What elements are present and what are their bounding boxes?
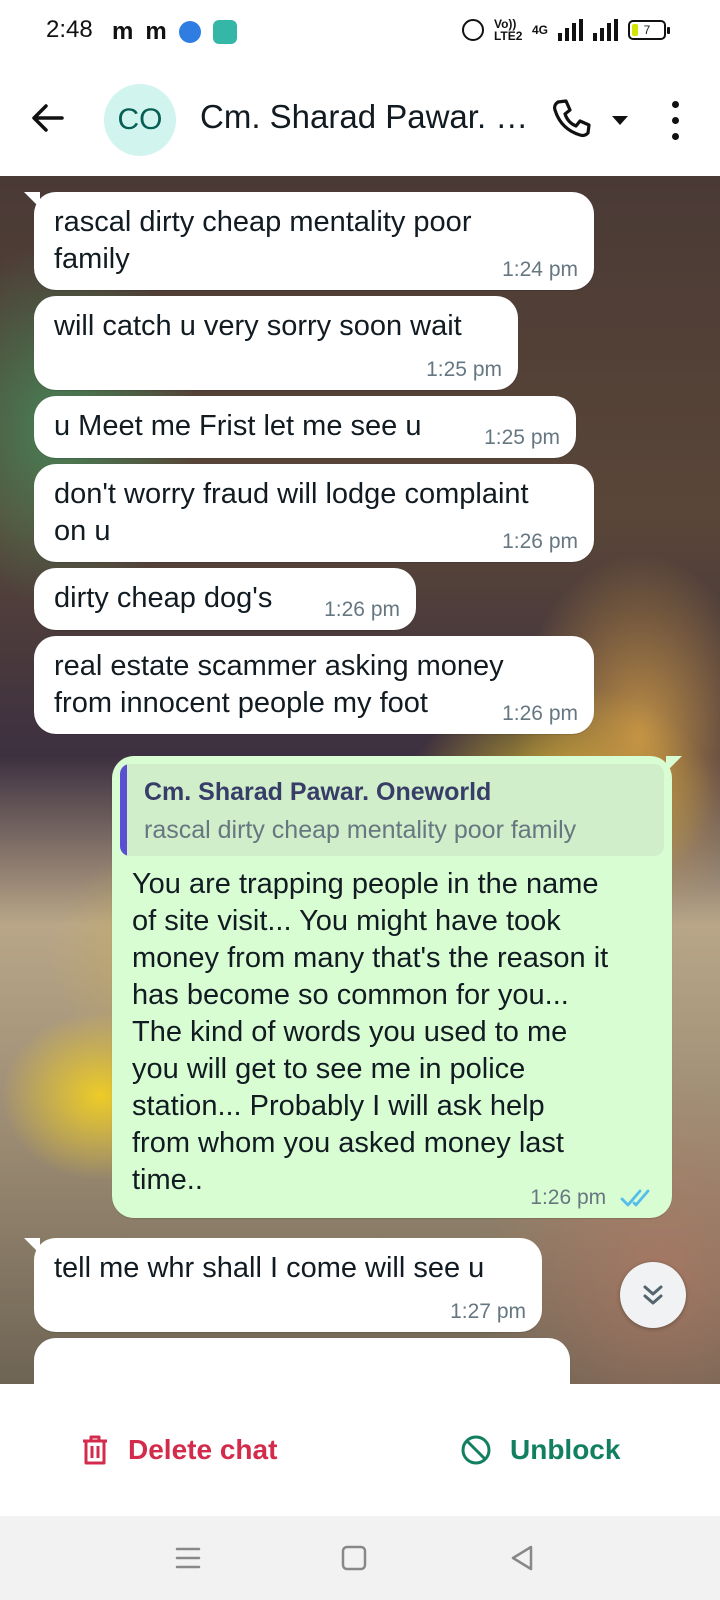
block-icon bbox=[461, 1435, 491, 1465]
read-ticks-icon bbox=[620, 1190, 650, 1207]
contact-name[interactable]: Cm. Sharad Pawar. Oneworld bbox=[200, 98, 540, 136]
app-m2-icon: m bbox=[145, 18, 167, 45]
recents-button[interactable] bbox=[172, 1542, 204, 1574]
back-button[interactable] bbox=[24, 94, 72, 142]
home-button[interactable] bbox=[338, 1542, 370, 1574]
message-incoming[interactable]: rascal dirty cheap mentality poor family… bbox=[24, 192, 594, 290]
system-navigation-bar bbox=[0, 1516, 720, 1600]
more-vertical-icon bbox=[671, 100, 679, 108]
message-time: 1:27 pm bbox=[450, 1300, 526, 1323]
app-blue-icon bbox=[178, 21, 201, 43]
voice-call-button[interactable] bbox=[550, 96, 594, 140]
phone-icon bbox=[553, 99, 591, 137]
avatar[interactable]: CO bbox=[104, 84, 176, 156]
quote-bar bbox=[120, 764, 127, 856]
message-incoming[interactable]: real estate scammer asking money from in… bbox=[34, 636, 594, 734]
notification-icons: m m bbox=[112, 18, 237, 46]
trash-icon bbox=[83, 1435, 107, 1465]
unblock-button[interactable]: Unblock bbox=[460, 1426, 620, 1474]
arrow-left-icon bbox=[32, 104, 64, 132]
message-text: don't worry fraud will lodge complaint o… bbox=[54, 478, 529, 547]
message-incoming[interactable]: will catch u very sorry soon wait 1:25 p… bbox=[34, 296, 518, 390]
unblock-label: Unblock bbox=[510, 1434, 621, 1465]
message-incoming[interactable]: don't worry fraud will lodge complaint o… bbox=[34, 464, 594, 562]
alarm-icon bbox=[461, 19, 484, 41]
message-text: tell me whr shall I come will see u bbox=[54, 1252, 485, 1284]
quote-text: rascal dirty cheap mentality poor family bbox=[144, 816, 577, 844]
menu-lines-icon bbox=[175, 1547, 201, 1569]
message-text: You are trapping people in the name of s… bbox=[132, 868, 609, 1196]
chat-header: CO Cm. Sharad Pawar. Oneworld bbox=[0, 64, 720, 176]
app-teal-icon bbox=[212, 20, 237, 44]
triangle-back-icon bbox=[511, 1545, 533, 1571]
battery-level: 7 bbox=[643, 23, 651, 37]
volte-label: Vo)) LTE2 bbox=[493, 17, 523, 43]
quoted-message[interactable]: Cm. Sharad Pawar. Oneworld rascal dirty … bbox=[120, 764, 664, 856]
caret-down-icon bbox=[612, 116, 628, 125]
chat-messages[interactable]: rascal dirty cheap mentality poor family… bbox=[0, 176, 720, 1384]
more-options-button[interactable] bbox=[660, 96, 690, 144]
message-incoming-partial[interactable] bbox=[34, 1338, 570, 1384]
message-time: 1:26 pm bbox=[502, 702, 578, 725]
message-time: 1:26 pm bbox=[324, 598, 400, 621]
call-options-dropdown[interactable] bbox=[608, 108, 632, 132]
status-time: 2:48 bbox=[46, 16, 93, 43]
message-incoming[interactable]: dirty cheap dog's 1:26 pm bbox=[34, 568, 416, 630]
message-outgoing[interactable]: Cm. Sharad Pawar. Oneworld rascal dirty … bbox=[112, 756, 682, 1218]
signal-icon bbox=[558, 19, 583, 41]
delete-chat-label: Delete chat bbox=[128, 1434, 278, 1465]
double-chevron-down-icon bbox=[643, 1285, 663, 1305]
back-nav-button[interactable] bbox=[506, 1542, 538, 1574]
message-time: 1:24 pm bbox=[502, 258, 578, 281]
message-time: 1:26 pm bbox=[502, 530, 578, 553]
message-text: real estate scammer asking money from in… bbox=[54, 650, 504, 719]
square-icon bbox=[341, 1545, 367, 1571]
blocked-actions-bar: Delete chat Unblock bbox=[0, 1384, 720, 1516]
message-time-label: 1:26 pm bbox=[530, 1186, 607, 1209]
message-incoming[interactable]: u Meet me Frist let me see u 1:25 pm bbox=[34, 396, 576, 458]
network-label: 4G bbox=[531, 23, 548, 37]
message-time: 1:25 pm bbox=[426, 358, 502, 381]
signal-2-icon bbox=[593, 19, 618, 41]
app-m-icon: m bbox=[112, 18, 134, 45]
quote-author: Cm. Sharad Pawar. Oneworld bbox=[144, 778, 492, 806]
message-time: 1:26 pm bbox=[530, 1186, 654, 1210]
system-icons: Vo)) LTE2 4G 7 bbox=[461, 17, 670, 43]
message-text: rascal dirty cheap mentality poor family bbox=[54, 206, 472, 275]
delete-chat-button[interactable]: Delete chat bbox=[80, 1426, 277, 1474]
status-bar: 2:48 m m Vo)) LTE2 4G 7 bbox=[0, 0, 720, 64]
message-incoming[interactable]: tell me whr shall I come will see u 1:27… bbox=[24, 1238, 542, 1332]
battery-icon: 7 bbox=[628, 20, 670, 40]
message-text: u Meet me Frist let me see u bbox=[54, 410, 422, 442]
scroll-to-bottom-button[interactable] bbox=[620, 1262, 686, 1328]
message-time: 1:25 pm bbox=[484, 426, 560, 449]
message-text: will catch u very sorry soon wait bbox=[54, 310, 462, 342]
message-text: dirty cheap dog's bbox=[54, 582, 273, 614]
